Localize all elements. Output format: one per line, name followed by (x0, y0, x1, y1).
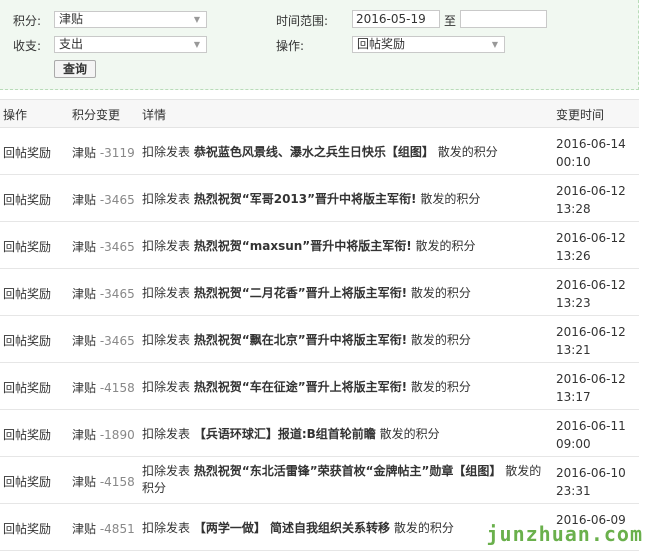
table-row: 回帖奖励 津贴 -3465 扣除发表 热烈祝贺“maxsun”晋升中将版主军衔!… (0, 222, 639, 269)
type-select[interactable]: 支出 ▼ (54, 36, 207, 53)
row-detail: 扣除发表 热烈祝贺“车在征途”晋升上将版主军衔! 散发的积分 (142, 380, 471, 394)
credit-select-value: 津贴 (59, 12, 84, 26)
row-operation: 回帖奖励 (3, 428, 52, 442)
row-time: 2016-06-14 00:10 (556, 137, 626, 169)
table-row: 回帖奖励 津贴 -3465 扣除发表 热烈祝贺“二月花香”晋升上将版主军衔! 散… (0, 269, 639, 316)
row-time: 2016-06-12 13:21 (556, 325, 626, 357)
type-select-value: 支出 (59, 37, 84, 51)
date-from-input[interactable]: 2016-05-19 (352, 10, 440, 28)
operation-select[interactable]: 回帖奖励 ▼ (352, 36, 505, 53)
credit-label: 积分: (13, 14, 42, 28)
table-row: 回帖奖励 津贴 -3465 扣除发表 热烈祝贺“飘在北京”晋升中将版主军衔! 散… (0, 316, 639, 363)
site-watermark: junzhuan.com (486, 522, 643, 546)
row-detail: 扣除发表 热烈祝贺“飘在北京”晋升中将版主军衔! 散发的积分 (142, 333, 471, 347)
thread-link[interactable]: 恭祝蓝色风景线、瀑水之兵生日快乐【组图】 (194, 145, 434, 159)
credit-select[interactable]: 津贴 ▼ (54, 11, 207, 28)
chevron-down-icon: ▼ (193, 40, 200, 49)
row-time: 2016-06-11 09:00 (556, 419, 626, 451)
row-detail: 扣除发表 热烈祝贺“maxsun”晋升中将版主军衔! 散发的积分 (142, 239, 476, 253)
row-time: 2016-06-12 13:26 (556, 231, 626, 263)
row-operation: 回帖奖励 (3, 475, 52, 489)
row-operation: 回帖奖励 (3, 287, 52, 301)
row-operation: 回帖奖励 (3, 522, 52, 536)
operation-select-value: 回帖奖励 (357, 37, 406, 51)
row-credit: 津贴 -3465 (72, 334, 135, 348)
row-time: 2016-06-12 13:28 (556, 184, 626, 216)
row-operation: 回帖奖励 (3, 146, 52, 160)
header-details: 详情 (142, 108, 167, 122)
table-row: 回帖奖励 津贴 -3119 扣除发表 恭祝蓝色风景线、瀑水之兵生日快乐【组图】 … (0, 128, 639, 175)
thread-link[interactable]: 【两学一做】 简述自我组织关系转移 (194, 521, 390, 535)
table-header: 操作 积分变更 详情 变更时间 (0, 99, 639, 128)
row-time: 2016-06-12 13:17 (556, 372, 626, 404)
row-detail: 扣除发表 恭祝蓝色风景线、瀑水之兵生日快乐【组图】 散发的积分 (142, 145, 498, 159)
row-operation: 回帖奖励 (3, 334, 52, 348)
chevron-down-icon: ▼ (491, 40, 498, 49)
row-credit: 津贴 -3119 (72, 146, 135, 160)
thread-link[interactable]: 热烈祝贺“maxsun”晋升中将版主军衔! (194, 239, 412, 253)
row-operation: 回帖奖励 (3, 240, 52, 254)
row-operation: 回帖奖励 (3, 381, 52, 395)
header-credit-change: 积分变更 (72, 108, 121, 122)
row-credit: 津贴 -3465 (72, 193, 135, 207)
thread-link[interactable]: 【兵语环球汇】报道:B组首轮前瞻 (194, 427, 376, 441)
row-time: 2016-06-10 23:31 (556, 466, 626, 498)
row-credit: 津贴 -3465 (72, 287, 135, 301)
row-credit: 津贴 -1890 (72, 428, 135, 442)
thread-link[interactable]: 热烈祝贺“军哥2013”晋升中将版主军衔! (194, 192, 417, 206)
row-operation: 回帖奖励 (3, 193, 52, 207)
to-label: 至 (444, 14, 457, 28)
row-time: 2016-06-12 13:23 (556, 278, 626, 310)
operation-label: 操作: (276, 39, 305, 53)
date-to-input[interactable] (460, 10, 547, 28)
query-button[interactable]: 查询 (54, 60, 96, 78)
table-row: 回帖奖励 津贴 -3465 扣除发表 热烈祝贺“军哥2013”晋升中将版主军衔!… (0, 175, 639, 222)
table-row: 回帖奖励 津贴 -1890 扣除发表 【兵语环球汇】报道:B组首轮前瞻 散发的积… (0, 410, 639, 457)
table-row: 回帖奖励 津贴 -4158 扣除发表 热烈祝贺“东北活雷锋”荣获首枚“金牌帖主”… (0, 457, 639, 504)
chevron-down-icon: ▼ (193, 15, 200, 24)
thread-link[interactable]: 热烈祝贺“二月花香”晋升上将版主军衔! (194, 286, 407, 300)
type-label: 收支: (13, 39, 42, 53)
row-detail: 扣除发表 【兵语环球汇】报道:B组首轮前瞻 散发的积分 (142, 427, 440, 441)
thread-link[interactable]: 热烈祝贺“飘在北京”晋升中将版主军衔! (194, 333, 407, 347)
row-credit: 津贴 -4851 (72, 522, 135, 536)
time-range-label: 时间范围: (276, 14, 329, 28)
thread-link[interactable]: 热烈祝贺“车在征途”晋升上将版主军衔! (194, 380, 407, 394)
header-change-time: 变更时间 (556, 108, 605, 122)
header-operation: 操作 (3, 108, 28, 122)
row-detail: 扣除发表 热烈祝贺“二月花香”晋升上将版主军衔! 散发的积分 (142, 286, 471, 300)
row-credit: 津贴 -4158 (72, 475, 135, 489)
row-credit: 津贴 -4158 (72, 381, 135, 395)
filter-panel: 积分: 津贴 ▼ 时间范围: 2016-05-19 至 收支: 支出 ▼ 操作:… (0, 0, 639, 90)
thread-link[interactable]: 热烈祝贺“东北活雷锋”荣获首枚“金牌帖主”勋章【组图】 (194, 464, 502, 478)
table-row: 回帖奖励 津贴 -4158 扣除发表 热烈祝贺“车在征途”晋升上将版主军衔! 散… (0, 363, 639, 410)
row-detail: 扣除发表 热烈祝贺“军哥2013”晋升中将版主军衔! 散发的积分 (142, 192, 481, 206)
row-detail: 扣除发表 热烈祝贺“东北活雷锋”荣获首枚“金牌帖主”勋章【组图】 散发的积分 (142, 464, 542, 495)
row-credit: 津贴 -3465 (72, 240, 135, 254)
